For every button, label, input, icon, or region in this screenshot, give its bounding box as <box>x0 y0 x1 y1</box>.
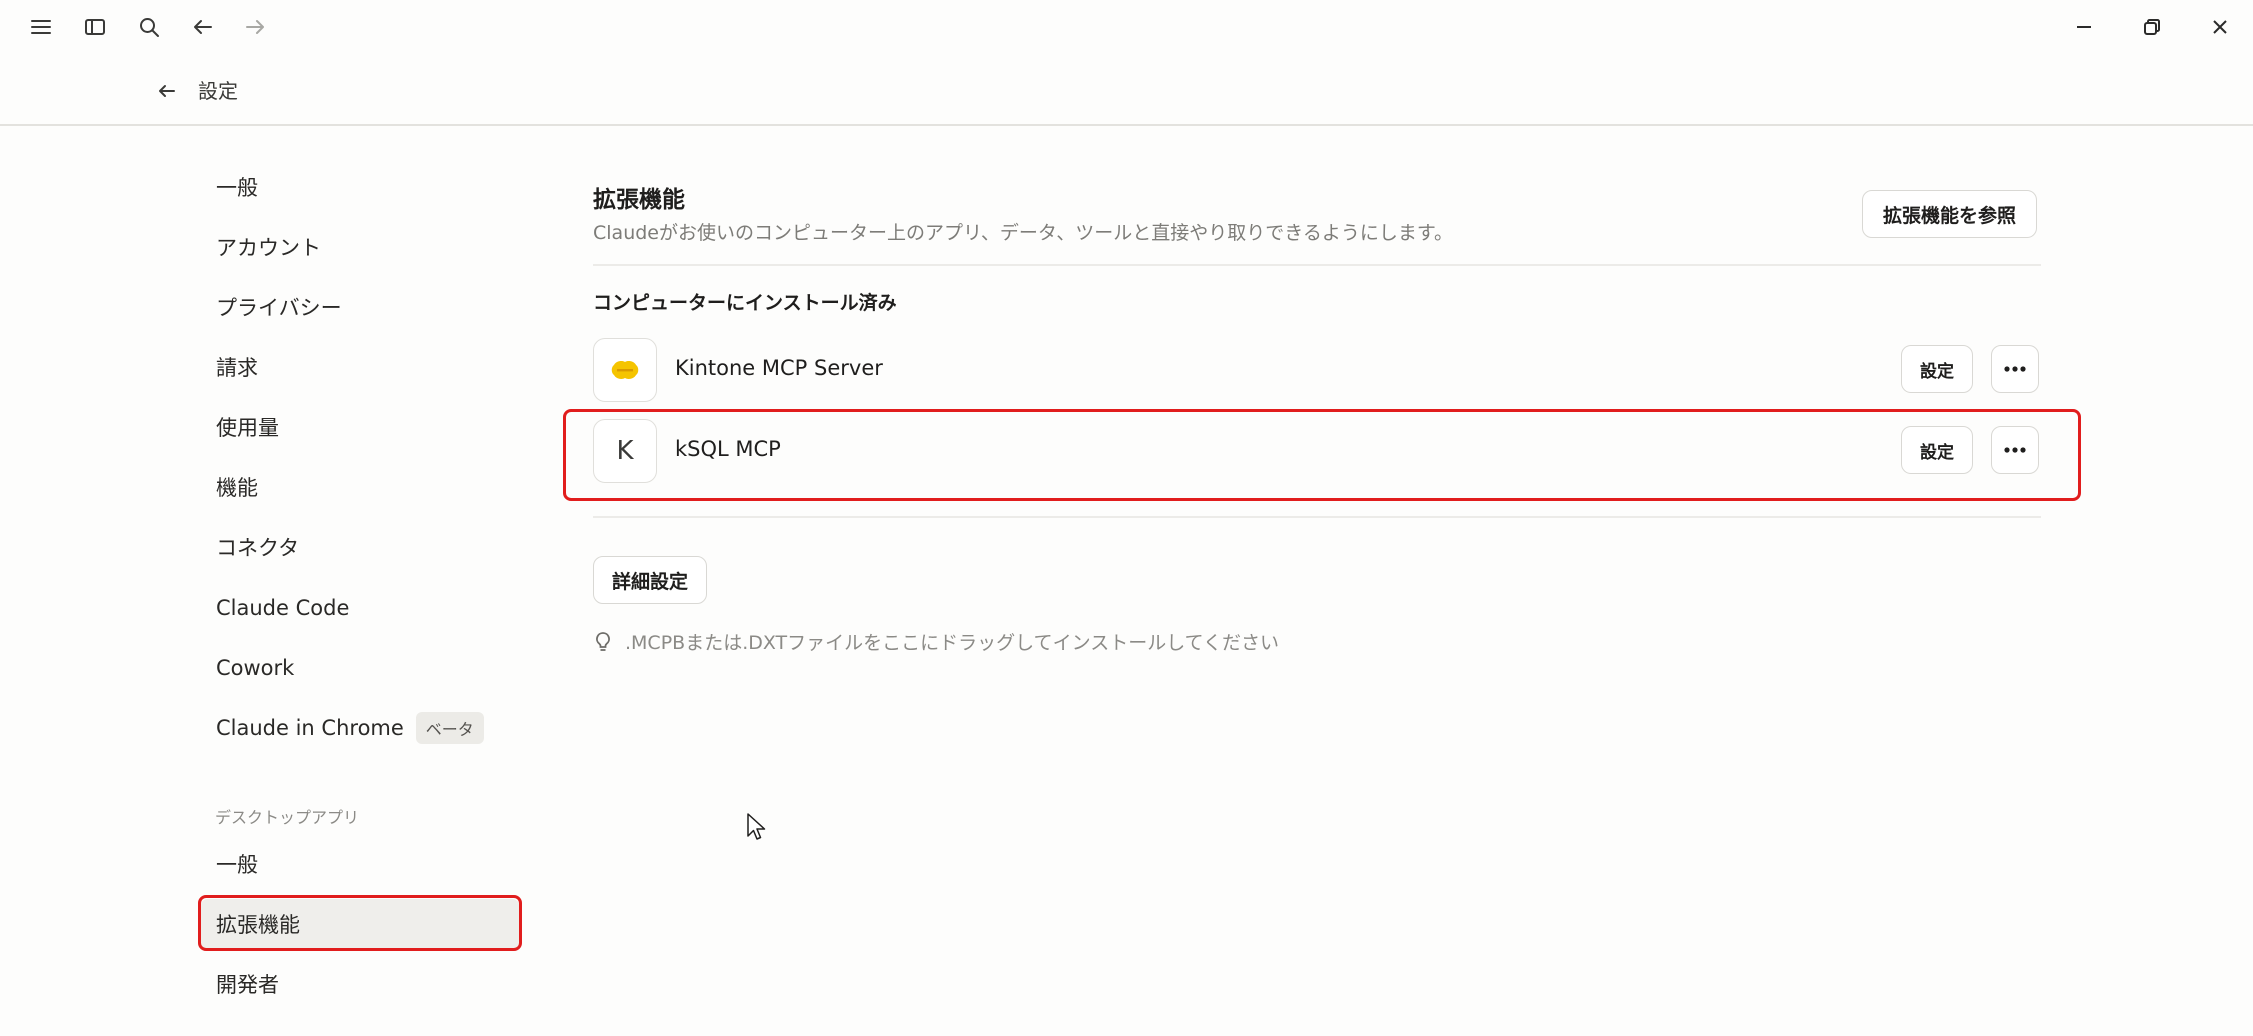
sidebar-item-desktop-general[interactable]: 一般 <box>200 839 520 889</box>
page-title: 設定 <box>198 79 238 103</box>
section-label-desktop-app: デスクトップアプリ <box>215 808 360 827</box>
sidebar-item-label: コネクタ <box>216 536 300 560</box>
installed-section-label: コンピューターにインストール済み <box>593 292 897 314</box>
sidebar-item-label: Claude Code <box>216 596 350 620</box>
sidebar-item-label: 一般 <box>216 176 258 200</box>
settings-back-button[interactable] <box>152 76 182 106</box>
section-title: 拡張機能 <box>593 187 685 213</box>
restore-icon[interactable] <box>2134 10 2170 44</box>
minimize-icon[interactable] <box>2066 10 2102 44</box>
sidebar-item-account[interactable]: アカウント <box>200 222 520 272</box>
sidebar-highlight-box <box>198 895 522 951</box>
sidebar-item-claude-in-chrome[interactable]: Claude in Chrome ベータ <box>200 703 520 753</box>
sidebar-item-label: 使用量 <box>216 416 279 440</box>
extension-settings-button[interactable]: 設定 <box>1901 345 1973 393</box>
kintone-logo-icon <box>593 338 657 402</box>
sidebar-item-label: Cowork <box>216 656 295 680</box>
sidebar-item-developer[interactable]: 開発者 <box>200 959 520 1009</box>
extension-more-button[interactable] <box>1991 345 2039 393</box>
sidebar-toggle-icon[interactable] <box>80 12 110 42</box>
lightbulb-icon <box>596 631 610 651</box>
extension-name: Kintone MCP Server <box>675 356 883 380</box>
sidebar-item-features[interactable]: 機能 <box>200 462 520 512</box>
sidebar-item-label: アカウント <box>216 236 321 260</box>
drag-install-hint: .MCPBまたは.DXTファイルをここにドラッグしてインストールしてください <box>593 628 1279 655</box>
sidebar-item-label: 機能 <box>216 476 258 500</box>
sidebar-item-connectors[interactable]: コネクタ <box>200 522 520 572</box>
search-icon[interactable] <box>134 12 164 42</box>
sidebar-item-label: 一般 <box>216 853 258 877</box>
sidebar-item-label: 開発者 <box>216 973 279 997</box>
extensions-panel: 拡張機能 Claudeがお使いのコンピューター上のアプリ、データ、ツールと直接や… <box>560 126 2253 1036</box>
settings-sidebar: 一般 アカウント プライバシー 請求 使用量 機能 コネクタ Claude Co… <box>0 126 560 1036</box>
more-horizontal-icon <box>2004 366 2026 372</box>
browse-extensions-button[interactable]: 拡張機能を参照 <box>1862 190 2038 238</box>
sidebar-item-label: 請求 <box>216 356 258 380</box>
divider <box>593 516 2041 518</box>
forward-arrow-icon[interactable] <box>240 12 270 42</box>
arrow-left-icon <box>159 85 175 97</box>
title-bar <box>0 0 2253 54</box>
sidebar-item-cowork[interactable]: Cowork <box>200 643 520 693</box>
back-arrow-icon[interactable] <box>188 12 218 42</box>
divider <box>593 264 2041 266</box>
sidebar-item-privacy[interactable]: プライバシー <box>200 282 520 332</box>
sidebar-item-label: プライバシー <box>216 296 342 320</box>
advanced-settings-button[interactable]: 詳細設定 <box>593 556 708 604</box>
menu-icon[interactable] <box>26 12 56 42</box>
sidebar-item-label: Claude in Chrome <box>216 716 404 740</box>
settings-header: 設定 <box>0 54 2253 126</box>
section-description: Claudeがお使いのコンピューター上のアプリ、データ、ツールと直接やり取りでき… <box>593 222 1453 244</box>
sidebar-item-usage[interactable]: 使用量 <box>200 402 520 452</box>
close-icon[interactable] <box>2202 10 2238 44</box>
sidebar-item-general[interactable]: 一般 <box>200 162 520 212</box>
extension-row-kintone: Kintone MCP Server 設定 <box>593 338 2041 402</box>
extension-highlight-box <box>563 409 2081 501</box>
sidebar-item-claude-code[interactable]: Claude Code <box>200 583 520 633</box>
beta-badge: ベータ <box>415 712 484 744</box>
mouse-cursor-icon <box>747 813 766 840</box>
sidebar-item-billing[interactable]: 請求 <box>200 342 520 392</box>
hint-text: .MCPBまたは.DXTファイルをここにドラッグしてインストールしてください <box>625 632 1280 654</box>
